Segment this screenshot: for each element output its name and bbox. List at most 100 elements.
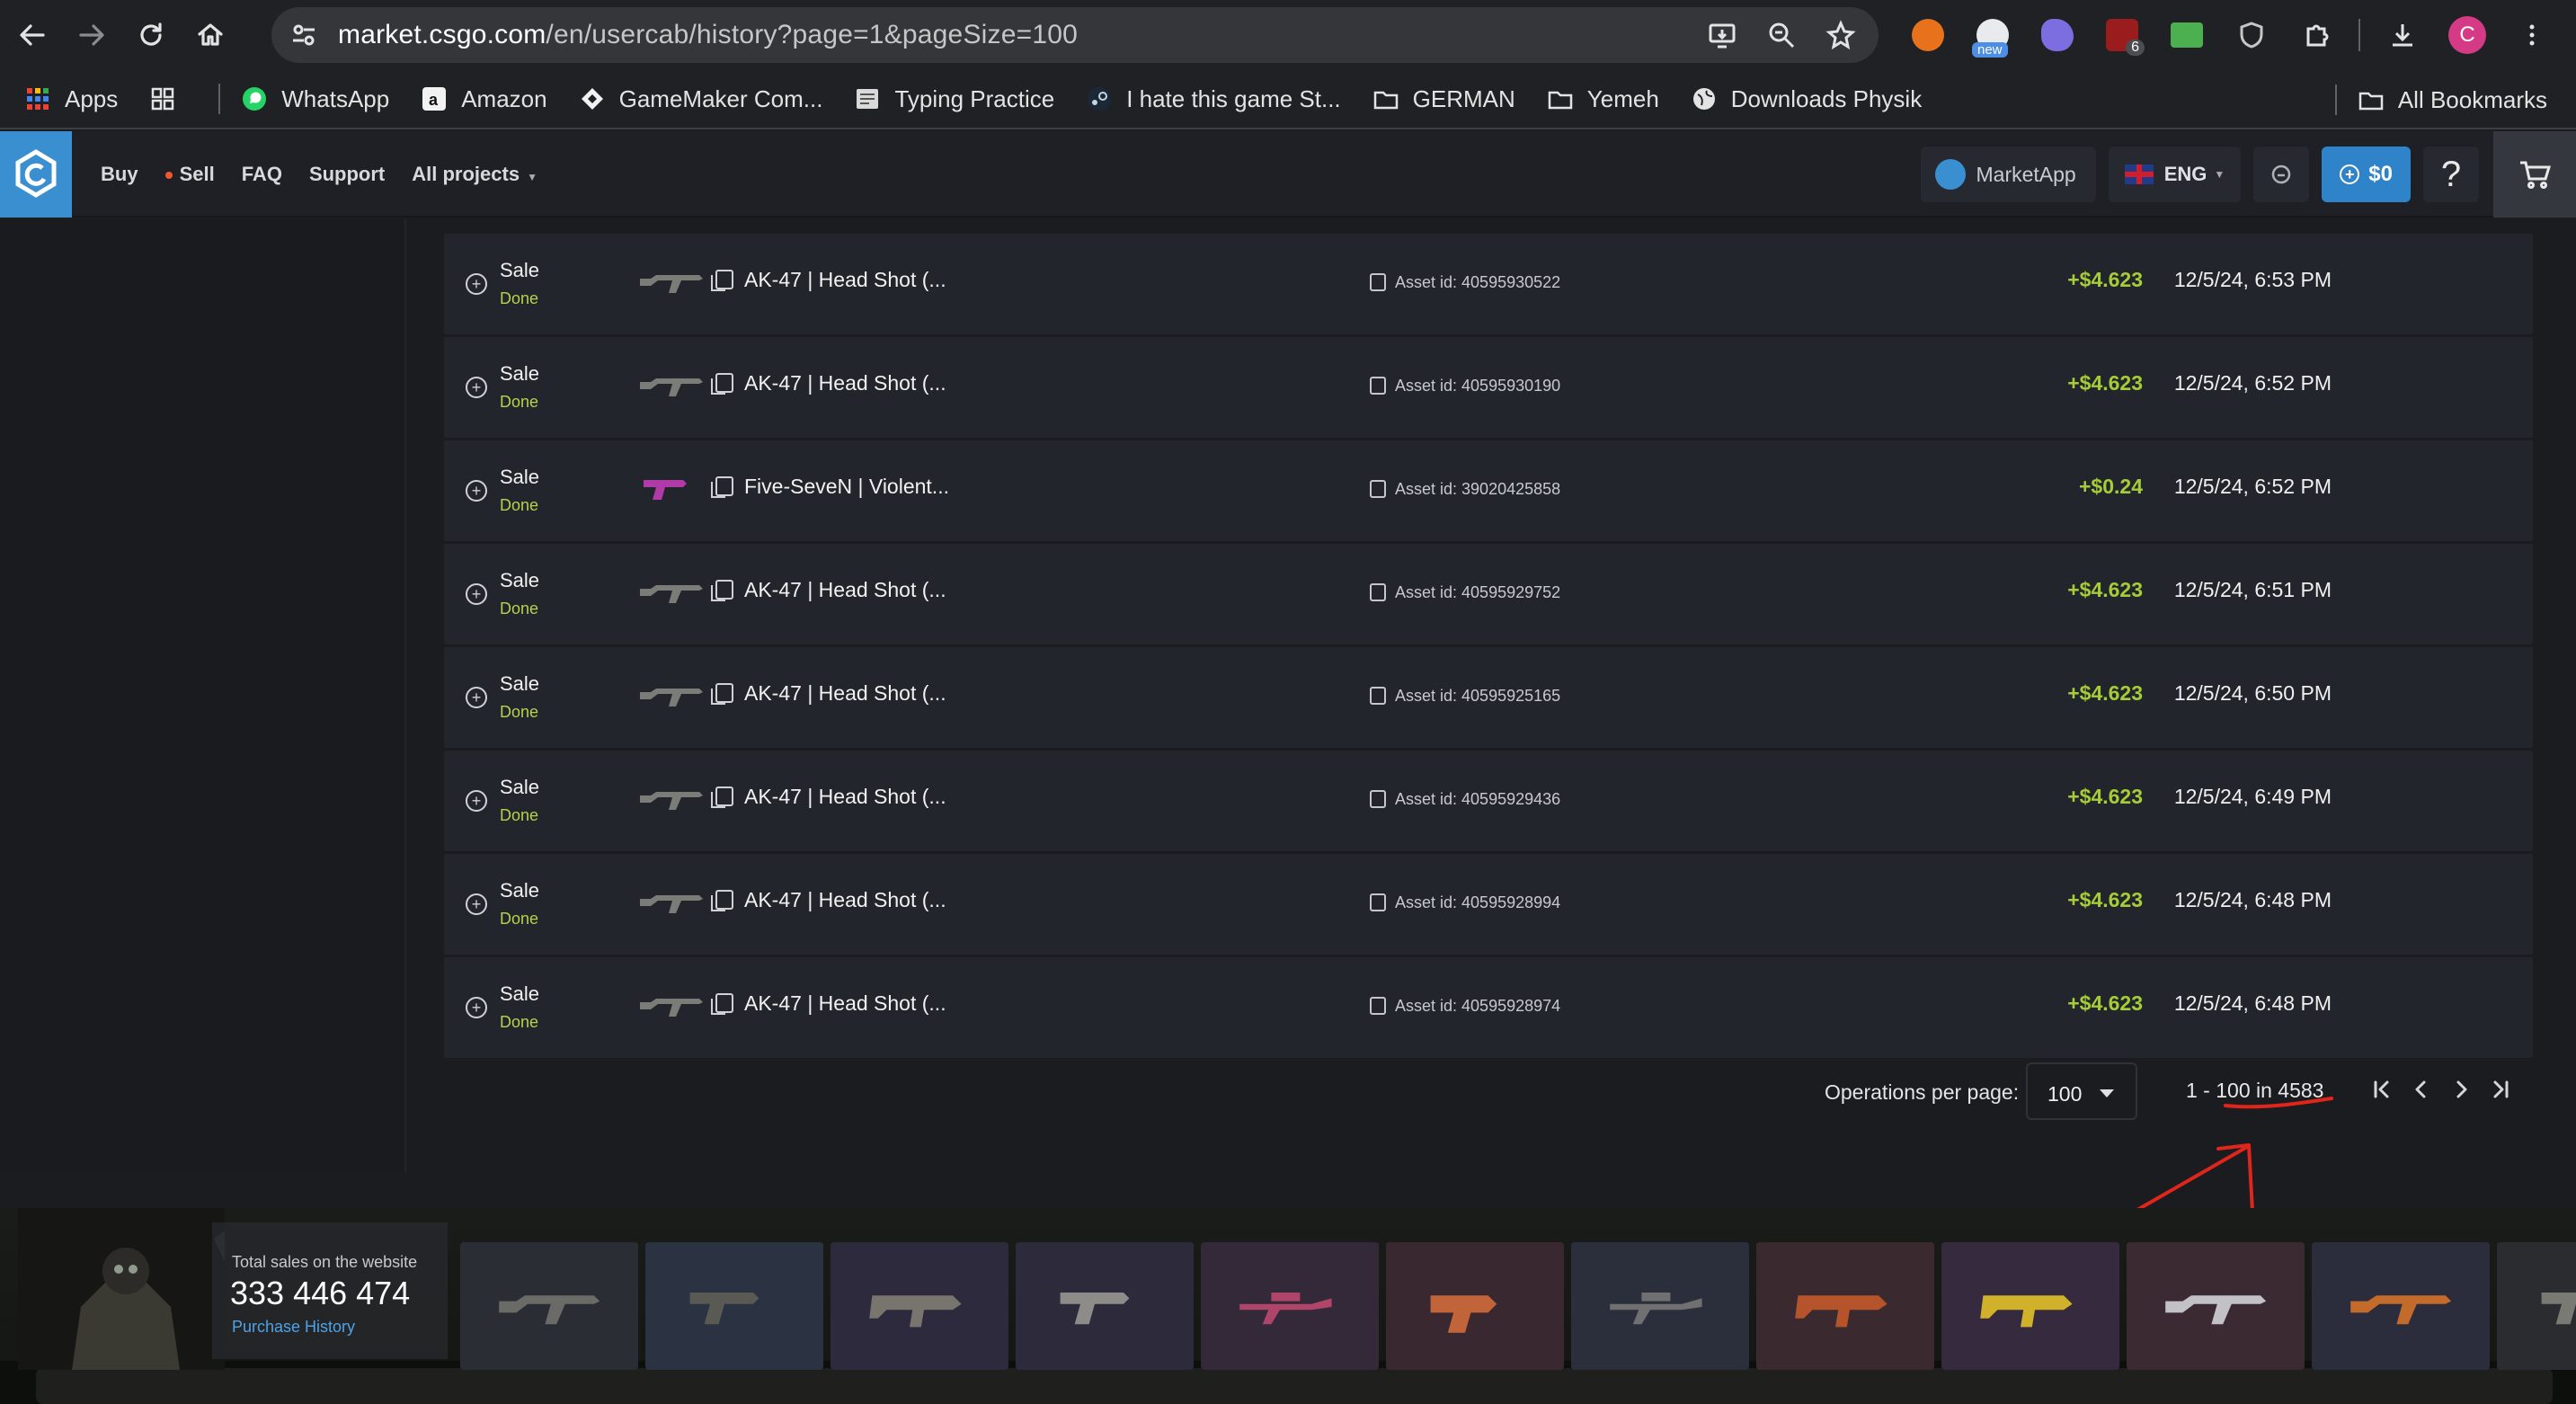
chat-button[interactable] <box>2253 147 2310 202</box>
green-glasses-extension-icon[interactable] <box>2164 13 2209 58</box>
shield-extension-icon[interactable] <box>2229 13 2274 58</box>
recent-item-card[interactable] <box>1201 1242 1379 1370</box>
help-button[interactable]: ? <box>2423 147 2479 202</box>
expand-row-icon[interactable]: + <box>466 790 487 812</box>
zoom-icon[interactable] <box>1763 17 1799 53</box>
site-info-icon[interactable] <box>286 17 322 53</box>
history-row[interactable]: + Sale Done AK-47 | Head Shot (... Asset id:… <box>444 234 2533 334</box>
bookmark-star-icon[interactable] <box>1823 17 1859 53</box>
item-name[interactable]: AK-47 | Head Shot (... <box>744 681 946 706</box>
asset-copy-icon[interactable] <box>1370 893 1386 911</box>
cart-button[interactable] <box>2493 131 2576 218</box>
balance-button[interactable]: + $0 <box>2322 147 2411 202</box>
expand-row-icon[interactable]: + <box>466 583 487 605</box>
item-name[interactable]: AK-47 | Head Shot (... <box>744 888 946 912</box>
first-page-button[interactable] <box>2366 1073 2398 1106</box>
language-selector[interactable]: ENG ▼ <box>2108 147 2242 202</box>
expand-row-icon[interactable]: + <box>466 687 487 708</box>
bookmark-typing[interactable]: Typing Practice <box>842 77 1065 120</box>
recent-item-card[interactable] <box>460 1242 638 1370</box>
reload-button[interactable] <box>124 8 178 62</box>
copy-icon[interactable] <box>711 580 733 601</box>
item-name[interactable]: AK-47 | Head Shot (... <box>744 268 946 292</box>
history-row[interactable]: + Sale Done AK-47 | Head Shot (... Asset id:… <box>444 337 2533 438</box>
news-extension-icon[interactable]: new <box>1970 13 2015 58</box>
bookmark-grid[interactable] <box>138 77 200 120</box>
purchase-history-link[interactable]: Purchase History <box>232 1318 355 1337</box>
orange-extension-icon[interactable] <box>1905 13 1950 58</box>
back-button[interactable] <box>5 8 59 62</box>
history-row[interactable]: + Sale Done Five-SeveN | Violent... Asset id… <box>444 440 2533 541</box>
install-app-icon[interactable] <box>1704 17 1740 53</box>
asset-copy-icon[interactable] <box>1370 273 1386 291</box>
next-page-button[interactable] <box>2445 1073 2477 1106</box>
expand-row-icon[interactable]: + <box>466 377 487 398</box>
bookmark-gamemaker[interactable]: GameMaker Com... <box>567 77 834 120</box>
item-name[interactable]: AK-47 | Head Shot (... <box>744 785 946 809</box>
address-bar[interactable]: market.csgo.com/en/usercab/history?page=… <box>271 7 1879 63</box>
history-row[interactable]: + Sale Done AK-47 | Head Shot (... Asset id:… <box>444 647 2533 748</box>
recent-item-card[interactable] <box>1386 1242 1564 1370</box>
copy-icon[interactable] <box>711 476 733 498</box>
recent-item-card[interactable] <box>2312 1242 2490 1370</box>
nav-all-projects[interactable]: All projects ▼ <box>412 163 537 186</box>
profile-button[interactable]: C <box>2445 13 2490 58</box>
recent-item-card[interactable] <box>1571 1242 1749 1370</box>
recent-item-card[interactable] <box>2127 1242 2305 1370</box>
forward-button[interactable] <box>65 8 119 62</box>
copy-icon[interactable] <box>711 373 733 395</box>
browser-menu-icon[interactable] <box>2509 13 2554 58</box>
marketapp-button[interactable]: MarketApp <box>1920 147 2096 202</box>
history-row[interactable]: + Sale Done AK-47 | Head Shot (... Asset id:… <box>444 854 2533 955</box>
copy-icon[interactable] <box>711 890 733 911</box>
nav-sell[interactable]: Sell <box>164 163 215 186</box>
url-text[interactable]: market.csgo.com/en/usercab/history?page=… <box>338 20 1078 50</box>
site-logo[interactable] <box>0 131 72 218</box>
asset-copy-icon[interactable] <box>1370 583 1386 601</box>
history-row[interactable]: + Sale Done AK-47 | Head Shot (... Asset id:… <box>444 957 2533 1058</box>
history-row[interactable]: + Sale Done AK-47 | Head Shot (... Asset id:… <box>444 751 2533 851</box>
expand-row-icon[interactable]: + <box>466 997 487 1018</box>
bookmark-downloads-physik[interactable]: Downloads Physik <box>1679 77 1932 120</box>
expand-row-icon[interactable]: + <box>466 893 487 915</box>
nav-buy[interactable]: Buy <box>101 163 138 186</box>
bookmark-amazon[interactable]: a Amazon <box>409 77 557 120</box>
copy-icon[interactable] <box>711 993 733 1015</box>
last-page-button[interactable] <box>2484 1073 2517 1106</box>
nav-support[interactable]: Support <box>309 163 385 186</box>
recent-item-card[interactable] <box>645 1242 823 1370</box>
asset-copy-icon[interactable] <box>1370 377 1386 395</box>
copy-icon[interactable] <box>711 683 733 705</box>
expand-row-icon[interactable]: + <box>466 273 487 295</box>
asset-copy-icon[interactable] <box>1370 480 1386 498</box>
expand-row-icon[interactable]: + <box>466 480 487 502</box>
ublock-extension-icon[interactable]: 6 <box>2100 13 2145 58</box>
all-bookmarks[interactable]: All Bookmarks <box>2346 78 2558 121</box>
item-name[interactable]: Five-SeveN | Violent... <box>744 475 949 499</box>
history-row[interactable]: + Sale Done AK-47 | Head Shot (... Asset id:… <box>444 544 2533 644</box>
recent-item-card[interactable] <box>1016 1242 1194 1370</box>
home-button[interactable] <box>183 8 237 62</box>
recent-item-card[interactable] <box>831 1242 1008 1370</box>
bookmark-folder-yemeh[interactable]: Yemeh <box>1535 77 1670 120</box>
bookmark-steam[interactable]: I hate this game St... <box>1074 77 1351 120</box>
copy-icon[interactable] <box>711 270 733 291</box>
bookmark-whatsapp[interactable]: WhatsApp <box>229 77 400 120</box>
item-name[interactable]: AK-47 | Head Shot (... <box>744 578 946 602</box>
item-name[interactable]: AK-47 | Head Shot (... <box>744 371 946 395</box>
recent-item-card[interactable] <box>1756 1242 1934 1370</box>
purple-extension-icon[interactable] <box>2035 13 2080 58</box>
asset-copy-icon[interactable] <box>1370 790 1386 808</box>
asset-copy-icon[interactable] <box>1370 997 1386 1015</box>
copy-icon[interactable] <box>711 786 733 808</box>
recent-item-card[interactable] <box>1941 1242 2119 1370</box>
puzzle-extensions-icon[interactable] <box>2294 13 2339 58</box>
item-name[interactable]: AK-47 | Head Shot (... <box>744 991 946 1016</box>
bookmark-folder-german[interactable]: GERMAN <box>1361 77 1526 120</box>
recent-item-card[interactable] <box>2497 1242 2576 1370</box>
download-icon[interactable] <box>2380 13 2425 58</box>
asset-copy-icon[interactable] <box>1370 687 1386 705</box>
nav-faq[interactable]: FAQ <box>242 163 282 186</box>
prev-page-button[interactable] <box>2405 1073 2438 1106</box>
bookmark-apps[interactable]: Apps <box>13 77 129 120</box>
